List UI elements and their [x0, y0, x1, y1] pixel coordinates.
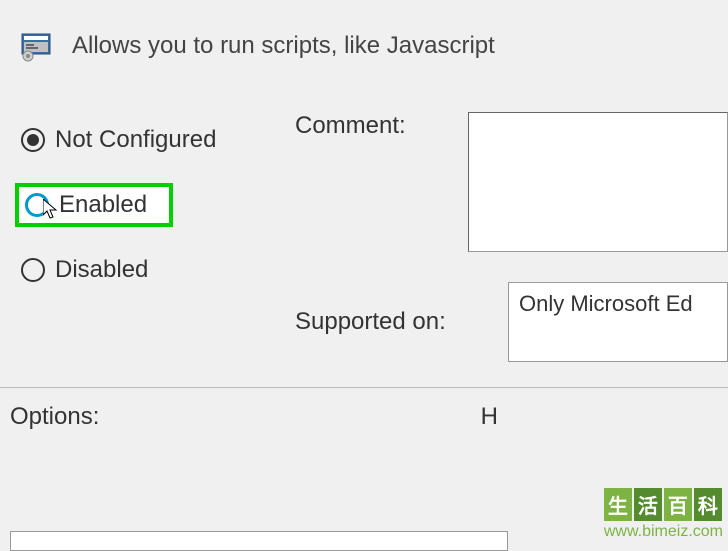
policy-icon	[20, 30, 52, 62]
watermark-url: www.bimeiz.com	[604, 523, 723, 541]
options-box[interactable]	[10, 531, 508, 551]
policy-title: Allows you to run scripts, like Javascri…	[72, 32, 495, 60]
radio-enabled[interactable]: Enabled	[15, 183, 173, 227]
watermark: 生 活 百 科 www.bimeiz.com	[604, 488, 723, 541]
options-label: Options:	[10, 403, 99, 431]
radio-icon	[21, 128, 45, 152]
radio-icon	[25, 193, 49, 217]
details-panel: Comment: Supported on: Only Microsoft Ed	[295, 112, 728, 362]
comment-row: Comment:	[295, 112, 728, 252]
radio-label: Enabled	[59, 191, 147, 219]
radio-label: Disabled	[55, 256, 148, 284]
policy-header: Allows you to run scripts, like Javascri…	[0, 0, 728, 82]
help-label: H	[481, 403, 498, 431]
supported-value: Only Microsoft Ed	[508, 282, 728, 362]
bottom-row: Options: H	[0, 388, 728, 431]
comment-textarea[interactable]	[468, 112, 728, 252]
radio-not-configured[interactable]: Not Configured	[15, 122, 295, 158]
state-radio-group: Not Configured Enabled Disabled	[15, 112, 295, 362]
policy-content: Not Configured Enabled Disabled Comment:…	[0, 82, 728, 362]
supported-row: Supported on: Only Microsoft Ed	[295, 282, 728, 362]
supported-label: Supported on:	[295, 308, 446, 336]
watermark-logo: 生 活 百 科	[604, 488, 723, 521]
radio-label: Not Configured	[55, 126, 216, 154]
comment-label: Comment:	[295, 112, 406, 140]
radio-icon	[21, 258, 45, 282]
radio-disabled[interactable]: Disabled	[15, 252, 295, 288]
